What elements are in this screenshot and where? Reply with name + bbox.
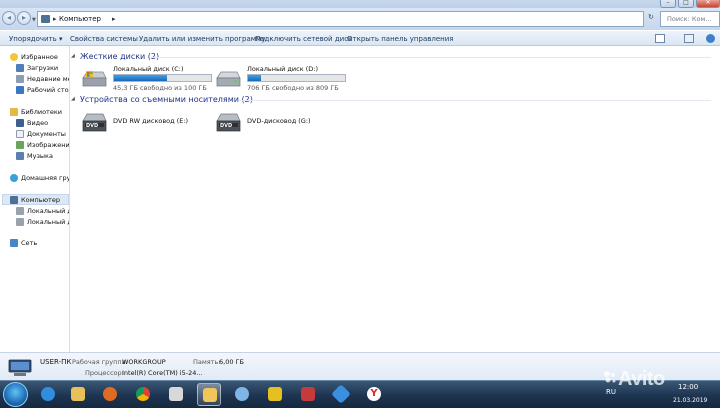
recent-pages-icon[interactable]: ▼ [32, 17, 36, 23]
group-header-removable[interactable]: Устройства со съемными носителями (2) [80, 95, 253, 104]
maximize-button[interactable]: □ [678, 0, 694, 8]
desktop-icon [16, 86, 24, 94]
address-row: ◂ ▸ ▼ ▸ Компьютер ▸ ↻ Поиск: Ком... [0, 8, 720, 30]
memory-label: Память: [193, 358, 221, 366]
taskbar-yandex[interactable]: Y [362, 383, 386, 406]
taskbar-chrome[interactable] [131, 383, 155, 406]
cpu-label: Процессор: [85, 369, 124, 377]
computer-icon [8, 359, 32, 376]
minimize-button[interactable]: – [660, 0, 676, 8]
taskbar-internet-explorer[interactable] [36, 383, 60, 406]
language-indicator[interactable]: RU [606, 388, 616, 396]
uninstall-program-button[interactable]: Удалить или изменить программу [139, 35, 265, 43]
magnifier-icon [235, 387, 249, 401]
start-button[interactable] [3, 382, 28, 407]
folder-icon [71, 387, 85, 401]
navigation-pane: Избранное Загрузки Недавние мес Рабочий … [0, 46, 70, 352]
cpu-value: Intel(R) Core(TM) i5-24... [122, 369, 203, 377]
drive-g-dvd[interactable]: DVD DVD-дисковод (G:) [213, 109, 343, 141]
taskbar: Y RU 12:00 21.03.2019 [0, 380, 720, 408]
media-player-icon [103, 387, 117, 401]
dvd-badge: DVD [220, 123, 233, 129]
taskbar-files[interactable] [164, 383, 188, 406]
workgroup-value: WORKGROUP [122, 358, 166, 366]
command-toolbar: Упорядочить ▾ Свойства системы Удалить и… [0, 30, 720, 46]
star-icon [10, 53, 18, 61]
computer-icon [41, 15, 50, 23]
preview-pane-icon[interactable] [684, 34, 694, 43]
drive-usage-bar [113, 74, 212, 82]
open-control-panel-button[interactable]: Открыть панель управления [347, 35, 453, 43]
address-bar[interactable]: ▸ Компьютер ▸ [37, 11, 644, 27]
drive-usage-fill [114, 75, 168, 81]
hard-drive-windows-icon [82, 71, 107, 87]
clock-time[interactable]: 12:00 [678, 383, 698, 391]
memory-value: 6,00 ГБ [219, 358, 244, 366]
diamond-icon [331, 384, 351, 404]
window-titlebar [0, 0, 720, 8]
hard-drive-icon [216, 71, 241, 87]
documents-icon [16, 130, 24, 138]
drive-c[interactable]: Локальный диск (C:) 45,3 ГБ свободно из … [79, 65, 212, 97]
game-icon [268, 387, 282, 401]
forward-button[interactable]: ▸ [17, 11, 31, 25]
workgroup-label: Рабочая группа: [72, 358, 128, 366]
drive-d[interactable]: Локальный диск (D:) 706 ГБ свободно из 8… [213, 65, 346, 97]
internet-explorer-icon [41, 387, 55, 401]
taskbar-search-app[interactable] [230, 383, 254, 406]
homegroup-icon [10, 174, 18, 182]
search-placeholder: Поиск: Ком... [667, 15, 712, 23]
files-icon [169, 387, 183, 401]
help-icon[interactable] [706, 34, 715, 43]
taskbar-app-blue[interactable] [329, 383, 353, 406]
group-divider [151, 57, 711, 58]
taskbar-explorer-folder[interactable] [66, 383, 90, 406]
clock-date[interactable]: 21.03.2019 [673, 397, 707, 404]
content-area: ◢ Жесткие диски (2) Локальный диск (C:) … [71, 46, 720, 352]
app-icon [301, 387, 315, 401]
images-icon [16, 141, 24, 149]
breadcrumb-separator-2[interactable]: ▸ [112, 15, 116, 23]
drive-e-dvd-rw[interactable]: DVD DVD RW дисковод (E:) [79, 109, 209, 141]
taskbar-media-player[interactable] [98, 383, 122, 406]
chrome-icon [136, 387, 150, 401]
drive-usage-fill [248, 75, 261, 81]
taskbar-game[interactable] [263, 383, 287, 406]
breadcrumb-computer[interactable]: Компьютер [59, 15, 101, 23]
back-button[interactable]: ◂ [2, 11, 16, 25]
drive-usage-bar [247, 74, 346, 82]
yandex-icon: Y [367, 387, 381, 401]
taskbar-app-red[interactable] [296, 383, 320, 406]
hard-drive-icon [16, 207, 24, 215]
group-divider [239, 100, 711, 101]
explorer-folder-icon [203, 388, 217, 402]
collapse-removable-icon[interactable]: ◢ [71, 96, 75, 102]
dvd-badge: DVD [86, 123, 99, 129]
libraries-icon [10, 108, 18, 116]
refresh-icon[interactable]: ↻ [648, 13, 654, 21]
downloads-icon [16, 64, 24, 72]
hard-drive-icon [16, 218, 24, 226]
organize-button[interactable]: Упорядочить ▾ [9, 35, 63, 43]
avito-logo-icon [604, 371, 616, 383]
music-icon [16, 152, 24, 160]
computer-name: USER-ПК [40, 358, 72, 366]
change-view-icon[interactable] [655, 34, 665, 43]
system-properties-button[interactable]: Свойства системы [70, 35, 138, 43]
search-input[interactable]: Поиск: Ком... [660, 11, 720, 27]
collapse-hard-disks-icon[interactable]: ◢ [71, 53, 75, 59]
recent-places-icon [16, 75, 24, 83]
network-icon [10, 239, 18, 247]
computer-icon [10, 196, 18, 204]
video-icon [16, 119, 24, 127]
map-network-drive-button[interactable]: Подключить сетевой диск [255, 35, 352, 43]
group-header-hard-disks[interactable]: Жесткие диски (2) [80, 52, 159, 61]
breadcrumb-separator[interactable]: ▸ [53, 15, 57, 23]
close-button[interactable]: ✕ [696, 0, 720, 8]
taskbar-windows-explorer[interactable] [197, 383, 221, 406]
watermark: Avito [618, 368, 665, 390]
